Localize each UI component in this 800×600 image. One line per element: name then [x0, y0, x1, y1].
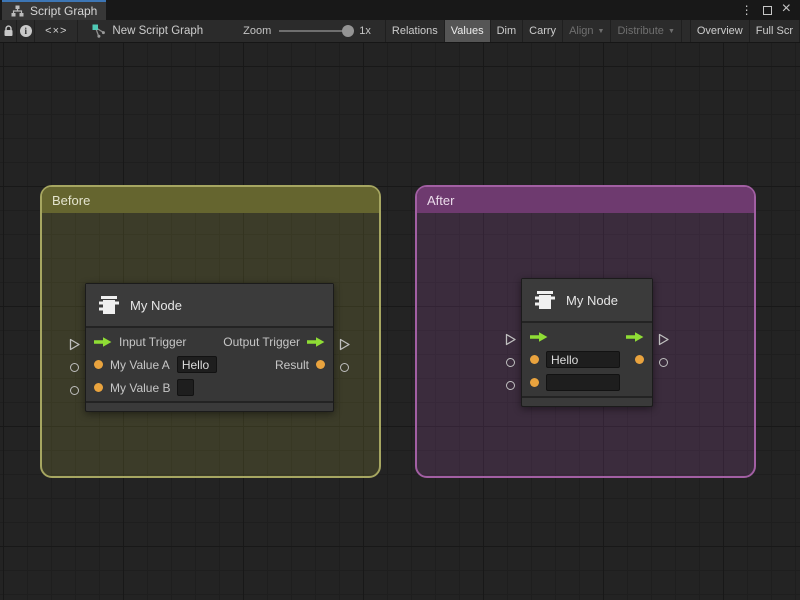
tab-title: Script Graph	[30, 4, 97, 18]
script-graph-window: Script Graph ⋮ × i <×>	[0, 0, 800, 600]
value-port-icon[interactable]	[94, 360, 103, 369]
graph-title: New Script Graph	[112, 25, 203, 37]
graph-toolbar: i <×> New Script Graph Zoom 1x Relations	[0, 20, 800, 43]
fullscreen-button[interactable]: Full Scr	[750, 20, 800, 42]
unit-node-icon	[98, 295, 120, 315]
group-before-header[interactable]: Before	[42, 187, 379, 213]
port-row-value-b: My Value B	[86, 376, 333, 399]
chevron-down-icon: ▼	[668, 28, 675, 35]
zoom-control: Zoom 1x	[235, 20, 379, 42]
window-menu-icon[interactable]: ⋮	[741, 4, 753, 16]
port-row-value-b	[522, 371, 652, 394]
group-title: After	[427, 193, 454, 208]
lock-icon	[3, 25, 14, 37]
dim-button[interactable]: Dim	[491, 20, 524, 42]
node-header[interactable]: My Node	[86, 284, 333, 328]
group-title: Before	[52, 193, 90, 208]
external-flow-in-port[interactable]	[68, 338, 81, 351]
close-icon[interactable]: ×	[782, 1, 791, 17]
code-preview-button[interactable]: <×>	[35, 20, 78, 42]
flow-in-icon[interactable]	[94, 336, 112, 348]
tab-bar: Script Graph ⋮ ×	[0, 0, 800, 20]
port-row-trigger: Input Trigger Output Trigger	[86, 330, 333, 353]
info-icon: i	[20, 25, 32, 37]
external-value-port[interactable]	[506, 381, 515, 390]
node-footer	[522, 396, 652, 406]
zoom-label: Zoom	[243, 25, 271, 37]
toolbar-spacer	[682, 20, 691, 42]
overview-button[interactable]: Overview	[691, 20, 750, 42]
value-b-input[interactable]	[177, 379, 194, 396]
maximize-icon[interactable]	[763, 6, 772, 15]
carry-button[interactable]: Carry	[523, 20, 563, 42]
graph-hierarchy-icon	[11, 5, 24, 17]
flow-in-icon[interactable]	[530, 331, 548, 343]
external-value-port[interactable]	[340, 363, 349, 372]
graph-title-area: New Script Graph	[78, 20, 213, 42]
window-controls: ⋮ ×	[732, 0, 800, 20]
external-value-port[interactable]	[659, 358, 668, 367]
toolbar-toggles: Relations Values Dim Carry Align ▼ Distr…	[385, 20, 800, 42]
value-port-icon[interactable]	[94, 383, 103, 392]
port-label: Output Trigger	[223, 335, 300, 349]
node-title: My Node	[566, 293, 618, 308]
code-toggle-icon: <×>	[45, 25, 67, 37]
external-flow-out-port[interactable]	[338, 338, 351, 351]
node-header[interactable]: My Node	[522, 279, 652, 323]
zoom-slider-handle[interactable]	[342, 25, 354, 37]
lock-button[interactable]	[0, 20, 17, 42]
chevron-down-icon: ▼	[598, 28, 605, 35]
external-value-port[interactable]	[70, 363, 79, 372]
unit-node-icon	[534, 290, 556, 310]
zoom-slider[interactable]	[279, 30, 351, 32]
external-flow-out-port[interactable]	[657, 333, 670, 346]
info-button[interactable]: i	[17, 20, 35, 42]
node-my-node-before[interactable]: My Node Input Trigger Output Trigger	[85, 283, 334, 412]
tab-script-graph[interactable]: Script Graph	[2, 0, 106, 20]
values-button[interactable]: Values	[445, 20, 491, 42]
external-value-port[interactable]	[70, 386, 79, 395]
group-after-header[interactable]: After	[417, 187, 754, 213]
value-a-input[interactable]	[177, 356, 217, 373]
port-label: My Value B	[110, 381, 170, 395]
zoom-value: 1x	[359, 25, 371, 37]
port-label: Result	[275, 358, 309, 372]
port-label: Input Trigger	[119, 335, 186, 349]
align-dropdown[interactable]: Align ▼	[563, 20, 611, 42]
node-ports	[522, 323, 652, 396]
external-value-port[interactable]	[506, 358, 515, 367]
port-row-value-a: My Value A Result	[86, 353, 333, 376]
value-port-icon[interactable]	[530, 355, 539, 364]
node-my-node-after[interactable]: My Node	[521, 278, 653, 407]
node-title: My Node	[130, 298, 182, 313]
script-graph-asset-icon	[92, 24, 106, 38]
node-footer	[86, 401, 333, 411]
value-port-icon[interactable]	[530, 378, 539, 387]
relations-button[interactable]: Relations	[386, 20, 445, 42]
value-a-input[interactable]	[546, 351, 620, 368]
flow-out-icon[interactable]	[626, 331, 644, 343]
graph-canvas[interactable]: Before After My Node	[0, 43, 800, 600]
value-b-input[interactable]	[546, 374, 620, 391]
port-row-trigger	[522, 325, 652, 348]
flow-out-icon[interactable]	[307, 336, 325, 348]
port-label: My Value A	[110, 358, 170, 372]
node-ports: Input Trigger Output Trigger My Value A …	[86, 328, 333, 401]
value-port-icon[interactable]	[316, 360, 325, 369]
external-flow-in-port[interactable]	[504, 333, 517, 346]
distribute-dropdown[interactable]: Distribute ▼	[611, 20, 681, 42]
value-port-icon[interactable]	[635, 355, 644, 364]
port-row-value-a	[522, 348, 652, 371]
